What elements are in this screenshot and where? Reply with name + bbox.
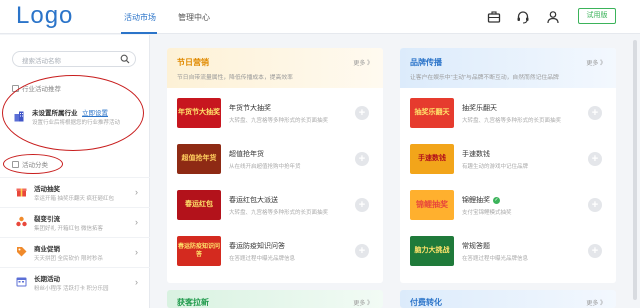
add-icon[interactable]: +: [588, 198, 602, 212]
activity-thumbnail: 超值抢年货: [177, 144, 221, 174]
activity-name: 手速数钱: [462, 151, 490, 158]
more-link[interactable]: 更多 》: [586, 58, 606, 67]
annotation-ellipse-recommend: [2, 75, 144, 151]
activity-thumbnail: 锦鲤抽奖: [410, 190, 454, 220]
tab-management-center[interactable]: 管理中心: [178, 12, 210, 23]
panel-header: 节日营销 更多 》 节日自带流量属性，降低传播成本，提高效率: [167, 48, 383, 88]
add-icon[interactable]: +: [355, 106, 369, 120]
activity-item[interactable]: 超值抢年货 超值抢年货 从在线开启超值抢购中抢年货 +: [177, 144, 373, 184]
scrollbar-thumb[interactable]: [633, 40, 637, 300]
add-icon[interactable]: +: [355, 244, 369, 258]
add-icon[interactable]: +: [588, 244, 602, 258]
search-placeholder: 搜索活动名称: [22, 58, 61, 65]
search-icon[interactable]: [120, 54, 130, 64]
activity-thumbnail: 脑力大挑战: [410, 236, 454, 266]
activity-name: 抽奖乐翻天: [462, 105, 497, 112]
logo[interactable]: Logo: [16, 2, 73, 30]
activity-thumbnail: 年货节大抽奖: [177, 98, 221, 128]
category-item-viral[interactable]: 裂变引流 集团好礼 开箱红包 微信拓客 ›: [0, 207, 150, 237]
add-icon[interactable]: +: [355, 198, 369, 212]
category-item-long-term[interactable]: 长期活动 粉丝小程序 活跃打卡 积分乐园 ›: [0, 267, 150, 297]
activity-thumbnail: 手速数钱: [410, 144, 454, 174]
activity-name: 常规答题: [462, 243, 490, 250]
panel-description: 让客户在娱乐中“主动”与品牌不断互动，自然而然记住品牌: [410, 75, 559, 81]
sidebar: 搜索活动名称 行业活动推荐 未设置所属行业 立即设置 设置行业后将根据您的行业推…: [0, 35, 150, 308]
activity-thumbnail: 春运红包: [177, 190, 221, 220]
verified-icon: ✓: [493, 196, 500, 204]
category-sub: 幸运开箱 抽奖乐翻天 疯狂砸红包: [34, 196, 115, 202]
activity-desc: 大转盘、九宫格等多种形式的长页面抽奖: [229, 118, 329, 124]
activity-name: 锦鲤抽奖 ✓: [462, 195, 500, 205]
user-icon[interactable]: [546, 10, 560, 24]
activity-name: 春运红包大派送: [229, 197, 278, 204]
chevron-right-icon: ›: [135, 217, 138, 227]
category-name: 商业促销: [34, 246, 60, 253]
activity-desc: 从在线开启超值抢购中抢年货: [229, 164, 301, 170]
panel-title: 品牌传播: [410, 58, 442, 67]
chevron-right-icon: ›: [135, 187, 138, 197]
activity-name: 春运防疫知识问答: [229, 243, 285, 250]
tab-activity-market[interactable]: 活动市场: [124, 12, 156, 23]
calendar-icon: [16, 277, 27, 287]
activity-name: 超值抢年货: [229, 151, 264, 158]
scrollbar[interactable]: [632, 36, 638, 306]
panel-title: 获客拉新: [177, 298, 209, 307]
activity-item[interactable]: 春运防疫知识问答 春运防疫知识问答 在答题过程中曝光品牌信息 +: [177, 236, 373, 276]
category-sub: 集团好礼 开箱红包 微信拓客: [34, 226, 104, 232]
fission-icon: [16, 216, 27, 227]
chevron-right-icon: ›: [135, 247, 138, 257]
panel-title: 节日营销: [177, 58, 209, 67]
activity-desc: 有趣生动的游戏中记住品牌: [462, 164, 529, 170]
add-icon[interactable]: +: [355, 152, 369, 166]
search-input[interactable]: 搜索活动名称: [12, 51, 136, 67]
gift-icon: [16, 188, 27, 197]
more-link[interactable]: 更多 》: [353, 58, 373, 67]
trial-version-button[interactable]: 试用版: [578, 8, 616, 24]
tag-icon: [17, 247, 27, 257]
add-icon[interactable]: +: [588, 152, 602, 166]
activity-item[interactable]: 年货节大抽奖 年货节大抽奖 大转盘、九宫格等多种形式的长页面抽奖 +: [177, 98, 373, 138]
activity-desc: 在答题过程中曝光品牌信息: [462, 256, 529, 262]
activity-item[interactable]: 抽奖乐翻天 抽奖乐翻天 大转盘、九宫格等多种形式的长页面抽奖 +: [410, 98, 606, 138]
more-link[interactable]: 更多 》: [353, 298, 373, 307]
activity-item[interactable]: 脑力大挑战 常规答题 在答题过程中曝光品牌信息 +: [410, 236, 606, 276]
activity-name-text: 锦鲤抽奖: [462, 197, 490, 204]
activity-name: 年货节大抽奖: [229, 105, 271, 112]
category-sub: 粉丝小程序 活跃打卡 积分乐园: [34, 286, 109, 292]
panel-brand-communication: 品牌传播 更多 》 让客户在娱乐中“主动”与品牌不断互动，自然而然记住品牌 抽奖…: [400, 48, 616, 283]
activity-item[interactable]: 手速数钱 手速数钱 有趣生动的游戏中记住品牌 +: [410, 144, 606, 184]
active-tab-indicator: [121, 32, 157, 34]
category-sub: 天天拼团 全民砍价 限时秒杀: [34, 256, 104, 262]
category-item-lottery[interactable]: 活动抽奖 幸运开箱 抽奖乐翻天 疯狂砸红包 ›: [0, 177, 150, 207]
chevron-right-icon: ›: [135, 277, 138, 287]
category-item-promotion[interactable]: 商业促销 天天拼团 全民砍价 限时秒杀 ›: [0, 237, 150, 267]
headset-icon[interactable]: [516, 10, 530, 24]
category-name: 裂变引流: [34, 216, 60, 223]
activity-desc: 大转盘、九宫格等多种形式的长页面抽奖: [462, 118, 562, 124]
category-name: 长期活动: [34, 276, 60, 283]
category-name: 活动抽奖: [34, 186, 60, 193]
panel-header: 品牌传播 更多 》 让客户在娱乐中“主动”与品牌不断互动，自然而然记住品牌: [400, 48, 616, 88]
activity-item[interactable]: 锦鲤抽奖 锦鲤抽奖 ✓ 支付宝锦鲤模式抽奖 +: [410, 190, 606, 230]
panel-festival-marketing: 节日营销 更多 》 节日自带流量属性，降低传播成本，提高效率 年货节大抽奖 年货…: [167, 48, 383, 283]
top-bar: Logo 活动市场 管理中心 试用版: [0, 0, 640, 34]
add-icon[interactable]: +: [588, 106, 602, 120]
activity-desc: 在答题过程中曝光品牌信息: [229, 256, 296, 262]
activity-desc: 支付宝锦鲤模式抽奖: [462, 210, 512, 216]
panel-paid-conversion: 付费转化 更多 》: [400, 290, 616, 308]
activity-thumbnail: 春运防疫知识问答: [177, 236, 221, 266]
activity-thumbnail: 抽奖乐翻天: [410, 98, 454, 128]
panel-description: 节日自带流量属性，降低传播成本，提高效率: [177, 75, 293, 81]
more-link[interactable]: 更多 》: [586, 298, 606, 307]
annotation-ellipse-category: [3, 154, 63, 174]
briefcase-icon[interactable]: [487, 10, 501, 24]
panel-customer-acquisition: 获客拉新 更多 》: [167, 290, 383, 308]
activity-item[interactable]: 春运红包 春运红包大派送 大转盘、九宫格等多种形式的长页面抽奖 +: [177, 190, 373, 230]
activity-desc: 大转盘、九宫格等多种形式的长页面抽奖: [229, 210, 329, 216]
panel-title: 付费转化: [410, 298, 442, 307]
